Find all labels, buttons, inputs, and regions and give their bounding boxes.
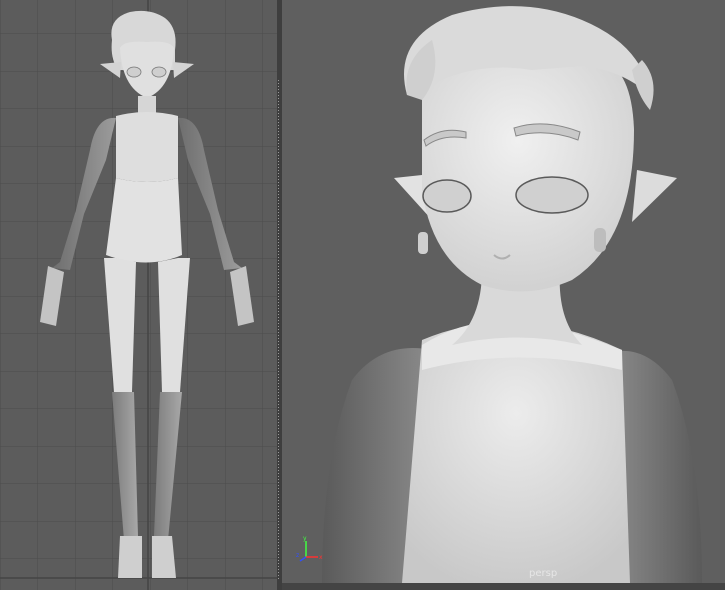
axis-x-label: x bbox=[319, 554, 323, 561]
axis-z-label: z bbox=[296, 552, 299, 559]
perspective-viewport-canvas[interactable] bbox=[282, 0, 725, 583]
axis-gizmo: y z x bbox=[296, 535, 326, 565]
divider-handle[interactable] bbox=[278, 80, 279, 580]
axis-y-label: y bbox=[303, 535, 307, 542]
perspective-viewport[interactable]: y z x persp bbox=[282, 0, 725, 583]
viewport-bottom-border bbox=[282, 583, 725, 590]
front-viewport[interactable] bbox=[0, 0, 277, 590]
front-viewport-canvas[interactable] bbox=[0, 0, 277, 590]
camera-name-label: persp bbox=[529, 568, 558, 579]
